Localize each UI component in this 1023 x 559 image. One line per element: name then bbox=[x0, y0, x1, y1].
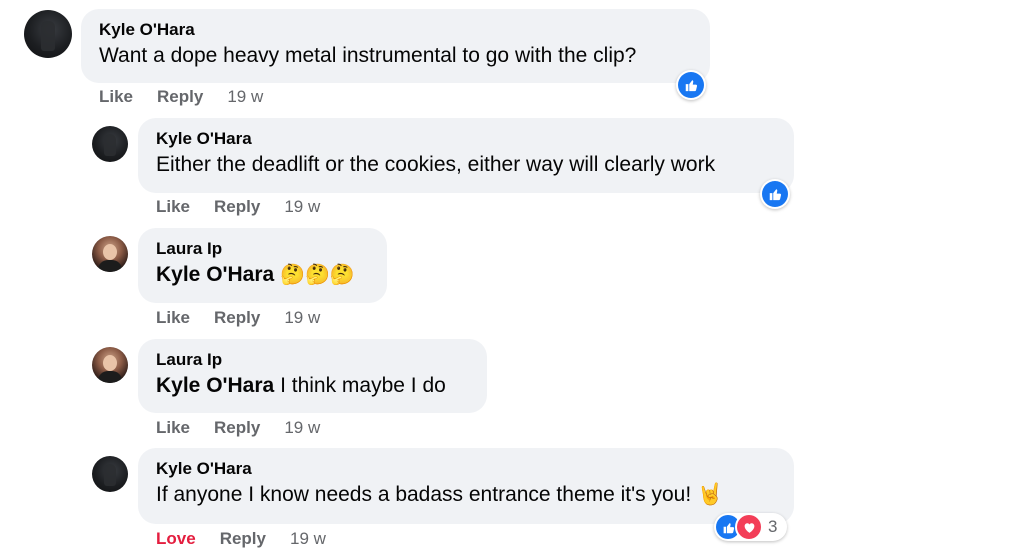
like-button[interactable]: Like bbox=[99, 87, 133, 107]
reply-button[interactable]: Reply bbox=[214, 197, 260, 217]
comment-actions: Like Reply 19 w bbox=[99, 87, 263, 107]
comment-bubble: Laura Ip Kyle O'Hara 🤔🤔🤔 bbox=[138, 228, 387, 303]
reaction-summary[interactable]: 3 bbox=[714, 513, 788, 541]
reaction-summary[interactable] bbox=[676, 70, 706, 100]
timestamp[interactable]: 19 w bbox=[284, 308, 320, 328]
timestamp[interactable]: 19 w bbox=[227, 87, 263, 107]
avatar[interactable] bbox=[92, 126, 128, 162]
timestamp[interactable]: 19 w bbox=[284, 197, 320, 217]
comment-text: Kyle O'Hara I think maybe I do bbox=[156, 371, 469, 401]
comment-bubble: Kyle O'Hara If anyone I know needs a bad… bbox=[138, 448, 794, 524]
love-button[interactable]: Love bbox=[156, 529, 196, 549]
comment-text: Either the deadlift or the cookies, eith… bbox=[156, 153, 716, 176]
avatar[interactable] bbox=[92, 456, 128, 492]
like-icon bbox=[762, 181, 788, 207]
comment-author[interactable]: Kyle O'Hara bbox=[156, 128, 776, 150]
timestamp[interactable]: 19 w bbox=[290, 529, 326, 549]
reaction-count: 3 bbox=[768, 517, 778, 536]
like-button[interactable]: Like bbox=[156, 308, 190, 328]
comment-text-body: I think maybe I do bbox=[280, 374, 446, 397]
comment-bubble: Kyle O'Hara Either the deadlift or the c… bbox=[138, 118, 794, 193]
comment-actions: Love Reply 19 w bbox=[156, 529, 326, 549]
avatar[interactable] bbox=[24, 10, 72, 58]
avatar[interactable] bbox=[92, 236, 128, 272]
avatar-face bbox=[103, 244, 117, 260]
comment-author[interactable]: Kyle O'Hara bbox=[99, 19, 692, 41]
avatar-silhouette bbox=[41, 21, 55, 51]
comment-text: If anyone I know needs a badass entrance… bbox=[156, 483, 724, 506]
reply-button[interactable]: Reply bbox=[214, 308, 260, 328]
avatar-shirt bbox=[98, 371, 122, 383]
comment-author[interactable]: Kyle O'Hara bbox=[156, 458, 776, 480]
comment-bubble: Laura Ip Kyle O'Hara I think maybe I do bbox=[138, 339, 487, 413]
comment-author[interactable]: Laura Ip bbox=[156, 349, 469, 371]
reaction-summary[interactable] bbox=[760, 179, 790, 209]
reply-button[interactable]: Reply bbox=[214, 418, 260, 438]
thinking-emoji: 🤔🤔🤔 bbox=[280, 264, 355, 286]
comment-actions: Like Reply 19 w bbox=[156, 197, 320, 217]
reply-button[interactable]: Reply bbox=[157, 87, 203, 107]
like-button[interactable]: Like bbox=[156, 418, 190, 438]
reply-button[interactable]: Reply bbox=[220, 529, 266, 549]
comment-actions: Like Reply 19 w bbox=[156, 418, 320, 438]
comment-bubble: Kyle O'Hara Want a dope heavy metal inst… bbox=[81, 9, 710, 83]
comment-text: Kyle O'Hara 🤔🤔🤔 bbox=[156, 260, 369, 290]
mention-link[interactable]: Kyle O'Hara bbox=[156, 263, 274, 286]
avatar-silhouette bbox=[104, 464, 116, 486]
comment-author[interactable]: Laura Ip bbox=[156, 238, 369, 260]
avatar-shirt bbox=[98, 260, 122, 272]
comment-thread: Kyle O'Hara Want a dope heavy metal inst… bbox=[0, 0, 1023, 559]
avatar-silhouette bbox=[104, 134, 116, 156]
heart-icon bbox=[735, 513, 763, 541]
like-button[interactable]: Like bbox=[156, 197, 190, 217]
comment-actions: Like Reply 19 w bbox=[156, 308, 320, 328]
avatar-face bbox=[103, 355, 117, 371]
comment-text: Want a dope heavy metal instrumental to … bbox=[99, 44, 637, 67]
mention-link[interactable]: Kyle O'Hara bbox=[156, 374, 274, 397]
timestamp[interactable]: 19 w bbox=[284, 418, 320, 438]
like-icon bbox=[678, 72, 704, 98]
avatar[interactable] bbox=[92, 347, 128, 383]
